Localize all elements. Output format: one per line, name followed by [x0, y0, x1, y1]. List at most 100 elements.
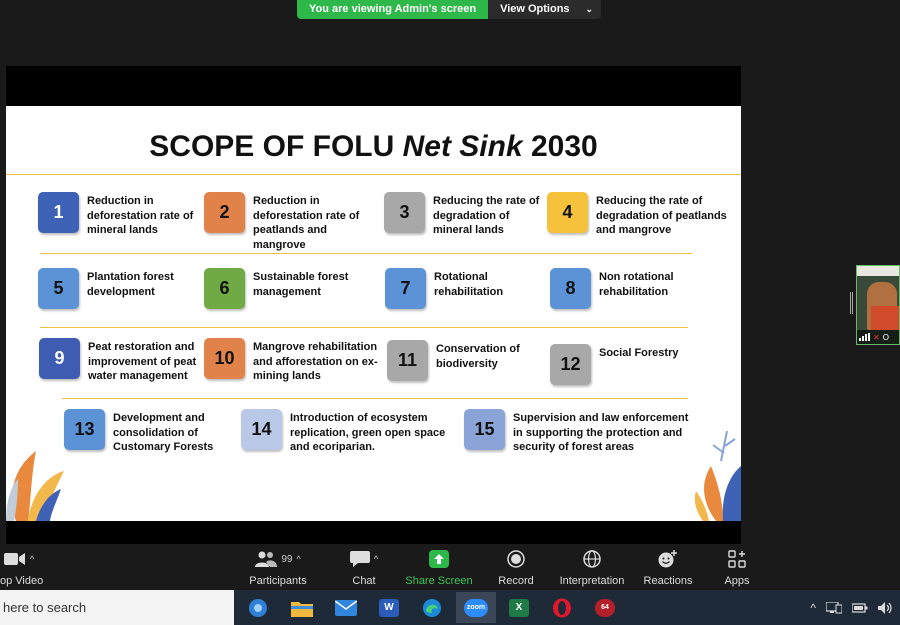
- item-number-badge: 3: [384, 192, 425, 233]
- item-number-badge: 2: [204, 192, 245, 233]
- share-screen-icon: [429, 550, 449, 568]
- item-text: Rotational rehabilitation: [434, 271, 504, 298]
- item-text: Social Forestry: [599, 347, 679, 359]
- taskbar-app-edge[interactable]: [412, 592, 452, 623]
- taskbar-search-box[interactable]: here to search: [0, 590, 234, 625]
- meeting-toolbar: ^ op Video 99 ^ Participants ^ Chat Shar…: [0, 544, 900, 590]
- edge-copilot-icon: [249, 598, 267, 617]
- item-text: Conservation of biodiversity: [436, 343, 520, 370]
- item-number-badge: 12: [550, 344, 591, 385]
- viewing-screen-label: You are viewing Admin's screen: [297, 0, 489, 19]
- share-screen-button[interactable]: Share Screen: [404, 548, 474, 587]
- participants-icon: [255, 551, 278, 567]
- zoom-meeting-window: You are viewing Admin's screen View Opti…: [0, 0, 900, 625]
- item-text: Reducing the rate of degradation of mine…: [433, 195, 540, 236]
- record-button[interactable]: Record: [488, 548, 544, 587]
- divider-line: [40, 327, 688, 328]
- show-hidden-icons-caret[interactable]: ^: [810, 601, 816, 615]
- view-options-button[interactable]: View Options ⌄: [488, 0, 602, 19]
- divider-line: [62, 398, 688, 399]
- chevron-down-icon: ⌄: [585, 4, 594, 14]
- taskbar-app-mail[interactable]: [326, 592, 366, 623]
- participant-initial: O: [882, 332, 889, 342]
- divider-line: [40, 253, 692, 254]
- thumbnail-drag-handle[interactable]: [850, 292, 853, 314]
- item-number-badge: 4: [547, 192, 588, 233]
- item-text: Introduction of ecosystem replication, g…: [290, 412, 446, 453]
- item-number-badge: 11: [387, 340, 428, 381]
- chat-label: Chat: [352, 575, 376, 587]
- windows-taskbar: here to search W zoom X 64 ^: [0, 590, 900, 625]
- scope-item: 5 Plantation forest development: [38, 268, 203, 309]
- divider-line: [6, 174, 741, 175]
- leaf-decoration-left: [6, 451, 64, 521]
- video-camera-icon: [4, 553, 25, 565]
- item-text: Reduction in deforestation rate of peatl…: [253, 195, 360, 251]
- video-options-caret[interactable]: ^: [30, 554, 34, 564]
- taskbar-app-copilot[interactable]: [238, 592, 278, 623]
- word-icon: W: [379, 598, 399, 617]
- item-text: Mangrove rehabilitation and afforestatio…: [253, 341, 378, 382]
- chat-button[interactable]: ^ Chat: [334, 548, 394, 587]
- item-text: Non rotational rehabilitation: [599, 271, 674, 298]
- scope-item: 12 Social Forestry: [550, 344, 695, 385]
- participants-caret[interactable]: ^: [296, 554, 300, 564]
- mic-muted-icon: ✕: [873, 332, 880, 342]
- scope-item: 4 Reducing the rate of degradation of pe…: [547, 192, 732, 238]
- reactions-button[interactable]: Reactions: [640, 548, 696, 587]
- speaker-icon[interactable]: [878, 601, 894, 614]
- taskbar-app-opera[interactable]: [542, 592, 582, 623]
- scope-item: 1 Reduction in deforestation rate of min…: [38, 192, 203, 238]
- system-tray: ^: [810, 590, 894, 625]
- interpretation-button[interactable]: Interpretation: [554, 548, 630, 587]
- item-number-badge: 15: [464, 409, 505, 450]
- title-part-1: SCOPE OF FOLU: [149, 130, 403, 163]
- edge-icon: [423, 598, 441, 617]
- scope-item: 10 Mangrove rehabilitation and afforesta…: [204, 338, 384, 384]
- item-text: Supervision and law enforcement in suppo…: [513, 412, 689, 453]
- item-text: Reducing the rate of degradation of peat…: [596, 195, 727, 236]
- presentation-slide: SCOPE OF FOLU Net Sink 2030 1 Reduction …: [6, 106, 741, 521]
- item-text: Development and consolidation of Customa…: [113, 412, 214, 453]
- participants-label: Participants: [249, 575, 307, 587]
- taskbar-app-file-explorer[interactable]: [282, 592, 322, 623]
- chat-caret[interactable]: ^: [374, 554, 378, 564]
- network-icon[interactable]: [826, 601, 842, 614]
- globe-icon: [583, 550, 601, 568]
- chat-icon: [349, 551, 370, 567]
- view-options-label: View Options: [500, 3, 570, 15]
- participants-button[interactable]: 99 ^ Participants: [232, 548, 324, 587]
- item-number-badge: 14: [241, 409, 282, 450]
- item-text: Sustainable forest management: [253, 271, 349, 298]
- item-text: Plantation forest development: [87, 271, 174, 298]
- taskbar-app-game[interactable]: 64: [585, 592, 625, 623]
- item-number-badge: 7: [385, 268, 426, 309]
- scope-item: 8 Non rotational rehabilitation: [550, 268, 695, 309]
- item-number-badge: 6: [204, 268, 245, 309]
- shared-screen-area: SCOPE OF FOLU Net Sink 2030 1 Reduction …: [6, 66, 741, 544]
- share-screen-label: Share Screen: [405, 575, 473, 587]
- apps-icon: [728, 550, 746, 568]
- leaf-decoration-right: [694, 430, 741, 521]
- opera-icon: [553, 598, 571, 617]
- thumbnail-header: [857, 266, 899, 276]
- battery-icon[interactable]: [852, 602, 868, 613]
- scope-item: 13 Development and consolidation of Cust…: [64, 409, 229, 455]
- item-number-badge: 13: [64, 409, 105, 450]
- stop-video-button[interactable]: ^ op Video: [0, 548, 56, 587]
- item-number-badge: 10: [204, 338, 245, 379]
- item-number-badge: 1: [38, 192, 79, 233]
- apps-label: Apps: [724, 575, 750, 587]
- participant-video-thumbnail[interactable]: ✕ O: [856, 265, 900, 345]
- taskbar-app-zoom[interactable]: zoom: [456, 592, 496, 623]
- scope-item: 14 Introduction of ecosystem replication…: [241, 409, 456, 455]
- apps-button[interactable]: Apps: [714, 548, 760, 587]
- interpretation-label: Interpretation: [559, 575, 625, 587]
- participant-count: 99: [281, 553, 293, 565]
- title-part-2: 2030: [522, 130, 598, 163]
- taskbar-app-word[interactable]: W: [369, 592, 409, 623]
- participant-scarf: [871, 306, 899, 330]
- scope-item: 2 Reduction in deforestation rate of pea…: [204, 192, 369, 252]
- record-label: Record: [498, 575, 534, 587]
- taskbar-app-excel[interactable]: X: [499, 592, 539, 623]
